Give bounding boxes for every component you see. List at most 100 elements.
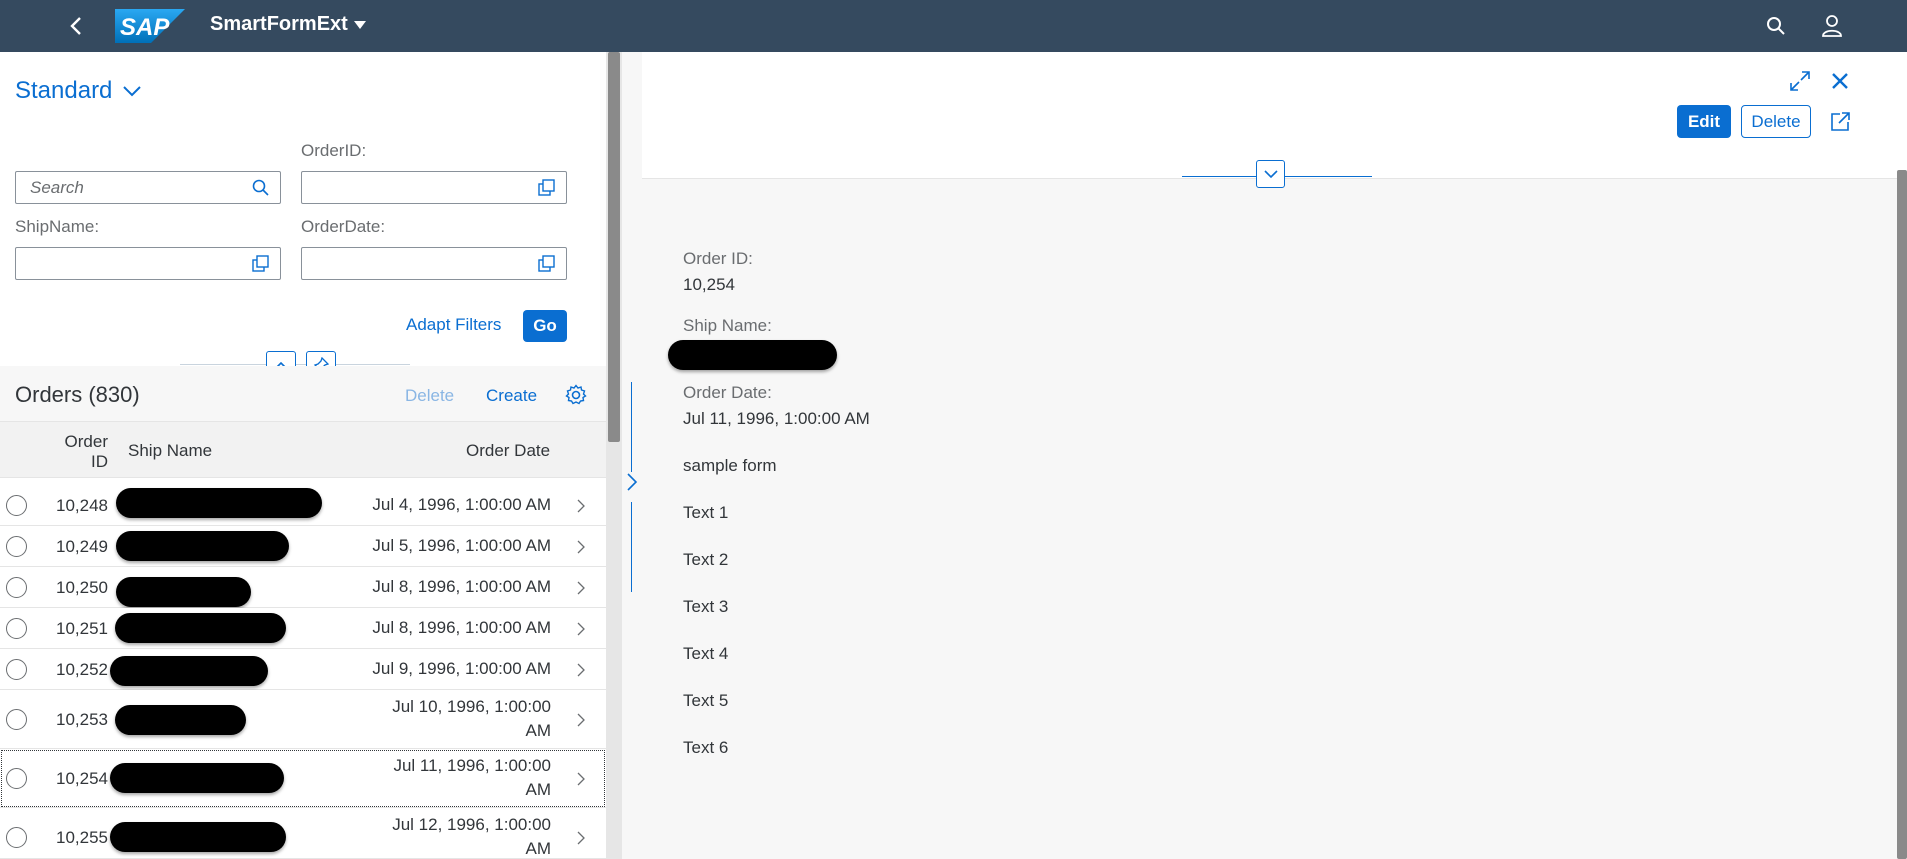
- order-date-filter-label: OrderDate:: [301, 217, 386, 236]
- chevron-down-icon: [123, 86, 142, 97]
- expand-header-button[interactable]: [1256, 160, 1285, 188]
- order-date-value: Jul 11, 1996, 1:00:00 AM: [683, 409, 870, 428]
- row-select-radio[interactable]: [6, 768, 27, 789]
- chevron-right-icon: [577, 540, 585, 554]
- chevron-right-icon: [577, 663, 585, 677]
- redacted-ship-name: [110, 822, 286, 852]
- go-button[interactable]: Go: [523, 310, 567, 342]
- divider-line: [631, 502, 632, 592]
- table-create-button[interactable]: Create: [486, 386, 537, 406]
- full-screen-icon[interactable]: [1788, 69, 1812, 93]
- row-select-radio[interactable]: [6, 536, 27, 557]
- row-select-radio[interactable]: [6, 827, 27, 848]
- search-icon[interactable]: [252, 179, 270, 197]
- delete-button[interactable]: Delete: [1741, 105, 1811, 138]
- table-row[interactable]: 10,249 Jul 5, 1996, 1:00:00 AM: [0, 526, 606, 567]
- gear-icon[interactable]: [565, 384, 587, 406]
- app-title-menu[interactable]: SmartFormExt: [210, 13, 366, 36]
- svg-text:SAP: SAP: [120, 14, 170, 41]
- row-select-radio[interactable]: [6, 577, 27, 598]
- order-id-label: Order ID:: [683, 249, 753, 268]
- row-order-id: 10,252: [56, 660, 108, 679]
- row-order-date: Jul 8, 1996, 1:00:00 AM: [372, 618, 551, 637]
- row-select-radio[interactable]: [6, 659, 27, 680]
- user-profile-button[interactable]: [1818, 12, 1846, 40]
- redacted-ship-name: [116, 531, 289, 561]
- column-header-ship-name[interactable]: Ship Name: [128, 441, 212, 461]
- row-order-id: 10,250: [56, 578, 108, 597]
- row-order-id: 10,248: [56, 496, 108, 515]
- row-order-date: Jul 9, 1996, 1:00:00 AM: [372, 659, 551, 678]
- row-order-date: Jul 8, 1996, 1:00:00 AM: [372, 577, 551, 596]
- row-order-date: Jul 12, 1996, 1:00:00 AM: [392, 815, 551, 858]
- table-row[interactable]: 10,251 Jul 8, 1996, 1:00:00 AM: [0, 608, 606, 649]
- redacted-ship-name: [110, 763, 284, 793]
- value-help-icon[interactable]: [538, 255, 556, 273]
- order-id-filter-label: OrderID:: [301, 141, 367, 160]
- sap-logo: SAP: [115, 9, 185, 43]
- value-help-icon[interactable]: [538, 179, 556, 197]
- chevron-right-icon: [577, 499, 585, 513]
- ship-name-filter-input[interactable]: [15, 247, 281, 280]
- table-toolbar: Orders (830) Delete Create: [0, 366, 606, 422]
- row-order-date: Jul 11, 1996, 1:00:00 AM: [393, 756, 551, 799]
- row-select-radio[interactable]: [6, 618, 27, 639]
- table-header-row: Order ID Ship Name Order Date: [0, 422, 606, 478]
- row-order-id: 10,253: [56, 710, 108, 729]
- column-header-order-date[interactable]: Order Date: [466, 441, 550, 461]
- column-header-order-id[interactable]: Order ID: [64, 432, 108, 472]
- text-field-2: Text 2: [683, 550, 729, 569]
- pane-divider[interactable]: [622, 52, 642, 859]
- chevron-right-icon: [577, 831, 585, 845]
- row-order-id: 10,249: [56, 537, 108, 556]
- table-row[interactable]: 10,250 Jul 8, 1996, 1:00:00 AM: [0, 567, 606, 608]
- chevron-right-icon: [577, 772, 585, 786]
- text-field-4: Text 4: [683, 644, 729, 663]
- table-delete-button[interactable]: Delete: [405, 386, 454, 406]
- edit-button[interactable]: Edit: [1677, 105, 1731, 138]
- row-select-radio[interactable]: [6, 495, 27, 516]
- row-order-id: 10,254: [56, 769, 108, 788]
- row-order-date: Jul 5, 1996, 1:00:00 AM: [372, 536, 551, 555]
- table-row[interactable]: 10,253 Jul 10, 1996, 1:00:00 AM: [0, 690, 606, 749]
- order-date-filter-input[interactable]: [301, 247, 567, 280]
- back-button[interactable]: [62, 12, 90, 40]
- shell-bar: SAP SmartFormExt: [0, 0, 1907, 52]
- ship-name-label: Ship Name:: [683, 316, 772, 335]
- redacted-ship-name: [115, 613, 286, 643]
- variant-name: Standard: [15, 77, 113, 104]
- row-order-id: 10,251: [56, 619, 108, 638]
- search-input[interactable]: Search: [15, 171, 281, 204]
- redacted-ship-name: [115, 705, 246, 735]
- value-help-icon[interactable]: [252, 255, 270, 273]
- variant-selector[interactable]: Standard: [15, 77, 142, 105]
- detail-scrollbar[interactable]: [1897, 170, 1907, 859]
- adapt-filters-link[interactable]: Adapt Filters: [406, 315, 501, 335]
- list-scrollbar[interactable]: [606, 52, 622, 859]
- search-icon: [1767, 17, 1785, 35]
- share-icon[interactable]: [1828, 110, 1852, 134]
- table-title: Orders (830): [15, 382, 140, 407]
- list-scrollbar-thumb[interactable]: [608, 52, 620, 442]
- table-row[interactable]: 10,252 Jul 9, 1996, 1:00:00 AM: [0, 649, 606, 690]
- table-row-selected[interactable]: 10,254 Jul 11, 1996, 1:00:00 AM: [0, 749, 606, 808]
- chevron-right-icon[interactable]: [626, 472, 638, 492]
- text-field-5: Text 5: [683, 691, 729, 710]
- chevron-right-icon: [577, 713, 585, 727]
- search-placeholder: Search: [30, 178, 84, 197]
- redacted-ship-name: [668, 340, 837, 370]
- table-row[interactable]: 10,248 Jul 4, 1996, 1:00:00 AM: [0, 485, 606, 526]
- text-field-1: Text 1: [683, 503, 729, 522]
- redacted-ship-name: [116, 577, 251, 607]
- shell-search-button[interactable]: [1762, 12, 1790, 40]
- text-field-3: Text 3: [683, 597, 729, 616]
- table-row[interactable]: 10,255 Jul 12, 1996, 1:00:00 AM: [0, 808, 606, 859]
- chevron-right-icon: [577, 622, 585, 636]
- order-id-filter-input[interactable]: [301, 171, 567, 204]
- row-select-radio[interactable]: [6, 709, 27, 730]
- order-id-value: 10,254: [683, 275, 735, 294]
- close-icon[interactable]: [1828, 69, 1852, 93]
- chevron-right-icon: [577, 581, 585, 595]
- caret-down-icon: [353, 20, 366, 29]
- row-order-id: 10,255: [56, 828, 108, 847]
